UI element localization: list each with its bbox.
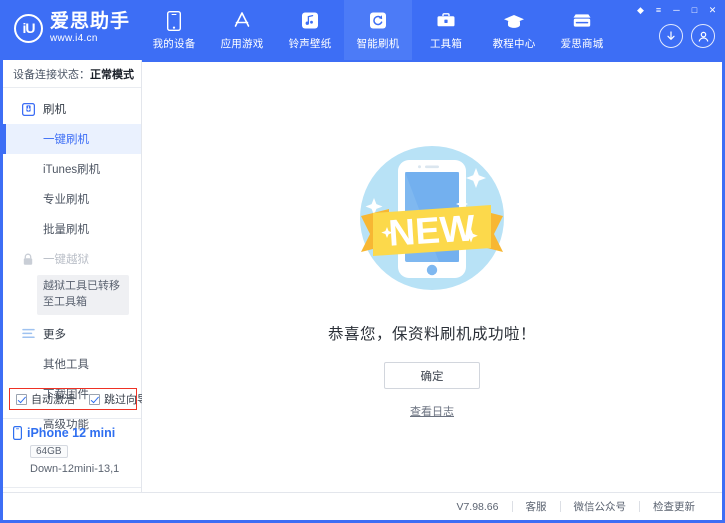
sidebar-group-label: 刷机 bbox=[43, 101, 66, 117]
sidebar: 设备连接状态：正常模式 刷机 一键刷机 iTunes刷机 专业刷机 bbox=[3, 60, 142, 520]
logo-text-block: 爱思助手 www.i4.cn bbox=[50, 12, 130, 44]
main-navigation: 我的设备 应用游戏 铃声壁纸 智能刷机 bbox=[140, 0, 616, 60]
nav-label: 爱思商城 bbox=[561, 36, 604, 51]
nav-label: 应用游戏 bbox=[221, 36, 264, 51]
toolbox-icon bbox=[436, 10, 456, 32]
nav-item-tutorial-center[interactable]: 教程中心 bbox=[480, 0, 548, 60]
option-skip-setup[interactable]: 跳过向导 bbox=[89, 391, 148, 407]
sidebar-menu: 刷机 一键刷机 iTunes刷机 专业刷机 批量刷机 bbox=[3, 88, 141, 439]
jailbreak-moved-tooltip: 越狱工具已转移至工具箱 bbox=[37, 275, 129, 315]
appstore-icon bbox=[231, 10, 253, 32]
version-label: V7.98.66 bbox=[443, 501, 511, 513]
title-bar: iU 爱思助手 www.i4.cn 我的设备 应用游戏 bbox=[0, 0, 725, 60]
brand-name: 爱思助手 bbox=[50, 12, 130, 31]
nav-label: 我的设备 bbox=[153, 36, 196, 51]
auto-activate-checkbox[interactable] bbox=[16, 394, 27, 405]
flash-options-highlight: 自动激活 跳过向导 bbox=[9, 388, 137, 410]
account-actions bbox=[659, 24, 715, 48]
status-bar: V7.98.66 客服 微信公众号 检查更新 bbox=[3, 492, 722, 520]
music-icon bbox=[301, 10, 319, 32]
nav-label: 铃声壁纸 bbox=[289, 36, 332, 51]
list-icon bbox=[21, 327, 35, 341]
app-window: iU 爱思助手 www.i4.cn 我的设备 应用游戏 bbox=[0, 0, 725, 523]
sidebar-item-label: 一键刷机 bbox=[43, 134, 89, 146]
sidebar-item-label: 其他工具 bbox=[43, 359, 89, 371]
phone-icon bbox=[167, 10, 181, 32]
brand-url: www.i4.cn bbox=[50, 34, 130, 44]
success-message: 恭喜您，保资料刷机成功啦！ bbox=[328, 322, 536, 344]
option-auto-activate[interactable]: 自动激活 bbox=[16, 391, 75, 407]
menu-icon[interactable]: ≡ bbox=[650, 3, 667, 17]
sidebar-item-label: iTunes刷机 bbox=[43, 164, 100, 176]
download-icon[interactable] bbox=[659, 24, 683, 48]
skin-icon[interactable]: ◆ bbox=[632, 3, 649, 17]
new-phone-badge-illustration: NEW bbox=[343, 130, 521, 310]
refresh-icon bbox=[369, 10, 387, 32]
content-area: NEW 恭喜您，保资料刷机成功啦！ 确定 查看日志 bbox=[142, 60, 722, 520]
option-label: 自动激活 bbox=[31, 391, 75, 407]
sidebar-item-label: 批量刷机 bbox=[43, 224, 89, 236]
sidebar-item-pro-flash[interactable]: 专业刷机 bbox=[3, 184, 141, 214]
nav-item-ringtones-wallpaper[interactable]: 铃声壁纸 bbox=[276, 0, 344, 60]
sidebar-item-other-tools[interactable]: 其他工具 bbox=[3, 349, 141, 379]
sidebar-item-batch-flash[interactable]: 批量刷机 bbox=[3, 214, 141, 244]
view-log-link[interactable]: 查看日志 bbox=[410, 403, 454, 419]
maximize-icon[interactable]: □ bbox=[686, 3, 703, 17]
sidebar-group-flash[interactable]: 刷机 bbox=[3, 94, 141, 124]
svg-text:NEW: NEW bbox=[387, 207, 476, 253]
sidebar-item-itunes-flash[interactable]: iTunes刷机 bbox=[3, 154, 141, 184]
minimize-icon[interactable]: ─ bbox=[668, 3, 685, 17]
shop-icon bbox=[571, 10, 593, 32]
lock-icon bbox=[21, 252, 35, 266]
sidebar-item-label: 专业刷机 bbox=[43, 194, 89, 206]
sidebar-group-more[interactable]: 更多 bbox=[3, 319, 141, 349]
sidebar-group-label: 更多 bbox=[43, 326, 66, 342]
nav-item-smart-flash[interactable]: 智能刷机 bbox=[344, 0, 412, 60]
close-icon[interactable]: ✕ bbox=[704, 3, 721, 17]
window-body: 设备连接状态：正常模式 刷机 一键刷机 iTunes刷机 专业刷机 bbox=[3, 60, 722, 520]
sidebar-group-label: 一键越狱 bbox=[43, 251, 89, 267]
flash-device-icon bbox=[21, 102, 35, 116]
nav-item-apps-games[interactable]: 应用游戏 bbox=[208, 0, 276, 60]
device-name: iPhone 12 mini bbox=[27, 426, 115, 440]
device-capacity-badge: 64GB bbox=[30, 445, 68, 458]
wechat-official-link[interactable]: 微信公众号 bbox=[561, 499, 640, 514]
connection-status-value: 正常模式 bbox=[90, 66, 134, 82]
confirm-button[interactable]: 确定 bbox=[384, 362, 480, 389]
skip-setup-checkbox[interactable] bbox=[89, 394, 100, 405]
nav-label: 工具箱 bbox=[430, 36, 462, 51]
sidebar-group-jailbreak: 一键越狱 bbox=[3, 244, 141, 274]
sidebar-item-one-key-flash[interactable]: 一键刷机 bbox=[3, 124, 141, 154]
logo-mark: iU bbox=[14, 14, 43, 43]
device-identifier: Down-12mini-13,1 bbox=[30, 463, 141, 475]
device-name-row: iPhone 12 mini bbox=[13, 426, 141, 440]
nav-item-toolbox[interactable]: 工具箱 bbox=[412, 0, 480, 60]
nav-item-my-device[interactable]: 我的设备 bbox=[140, 0, 208, 60]
window-controls: ◆ ≡ ─ □ ✕ bbox=[632, 3, 721, 17]
connection-status-label: 设备连接状态： bbox=[13, 66, 90, 82]
graduation-cap-icon bbox=[503, 10, 525, 32]
connected-device-panel[interactable]: iPhone 12 mini 64GB Down-12mini-13,1 bbox=[3, 418, 141, 488]
check-update-link[interactable]: 检查更新 bbox=[640, 499, 708, 514]
brand-logo[interactable]: iU 爱思助手 www.i4.cn bbox=[14, 12, 130, 44]
nav-item-store[interactable]: 爱思商城 bbox=[548, 0, 616, 60]
phone-small-icon bbox=[13, 426, 22, 440]
customer-service-link[interactable]: 客服 bbox=[513, 499, 560, 514]
nav-label: 智能刷机 bbox=[357, 36, 400, 51]
nav-label: 教程中心 bbox=[493, 36, 536, 51]
user-account-icon[interactable] bbox=[691, 24, 715, 48]
connection-status: 设备连接状态：正常模式 bbox=[3, 60, 141, 88]
